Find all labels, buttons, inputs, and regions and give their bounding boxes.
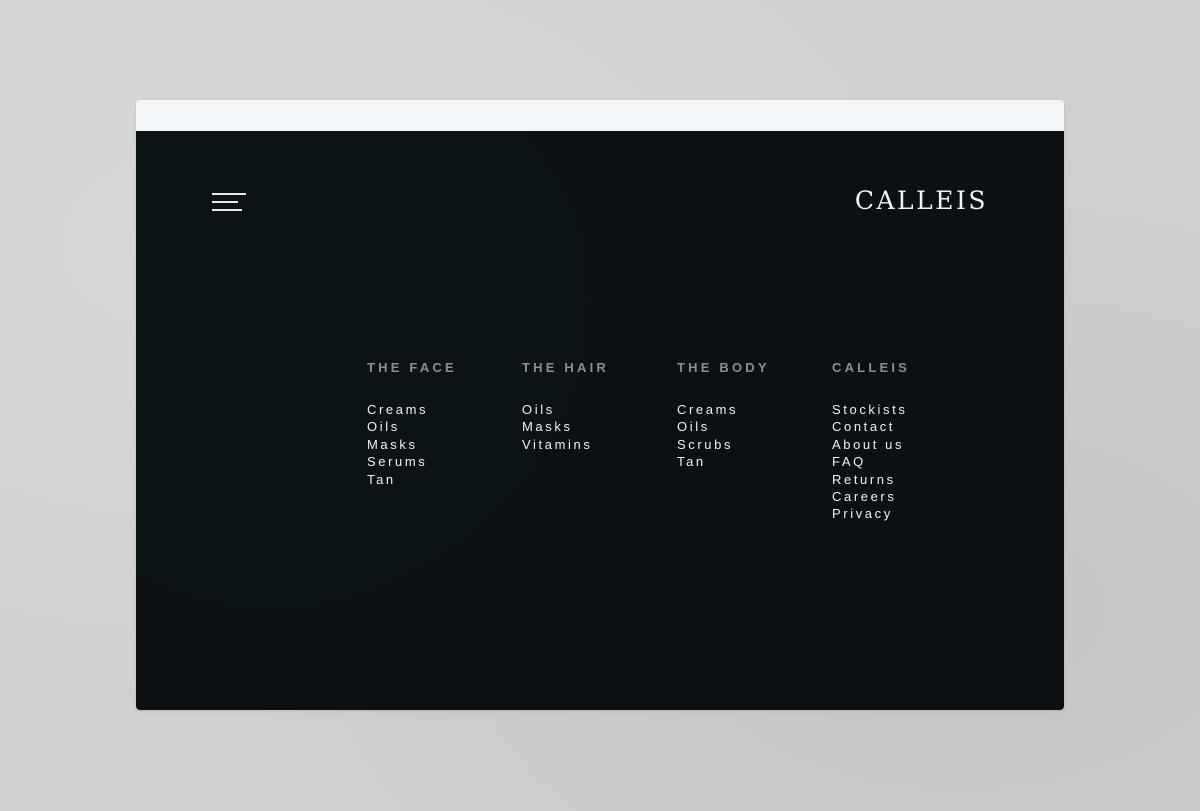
menu-link[interactable]: Oils (522, 401, 677, 418)
menu-column-face: THE FACE Creams Oils Masks Serums Tan (367, 357, 522, 523)
column-heading: THE FACE (367, 360, 457, 375)
column-heading: THE HAIR (522, 360, 609, 375)
menu-link[interactable]: Serums (367, 453, 522, 470)
menu-link[interactable]: Scrubs (677, 436, 832, 453)
menu-link[interactable]: Vitamins (522, 436, 677, 453)
menu-link[interactable]: Privacy (832, 505, 987, 522)
menu-link[interactable]: Oils (677, 418, 832, 435)
column-heading: THE BODY (677, 360, 770, 375)
menu-link[interactable]: Masks (367, 436, 522, 453)
menu-link[interactable]: Careers (832, 488, 987, 505)
browser-title-bar (136, 100, 1064, 131)
menu-column-body: THE BODY Creams Oils Scrubs Tan (677, 357, 832, 523)
menu-link[interactable]: Creams (367, 401, 522, 418)
menu-bar-bottom (212, 209, 242, 211)
menu-link[interactable]: Oils (367, 418, 522, 435)
menu-link[interactable]: About us (832, 436, 987, 453)
menu-link[interactable]: Creams (677, 401, 832, 418)
menu-link[interactable]: Tan (677, 453, 832, 470)
menu-bar-top (212, 193, 246, 195)
column-heading: CALLEIS (832, 360, 911, 375)
menu-bar-middle (212, 201, 238, 203)
page-viewport: CALLEIS THE FACE Creams Oils Masks Serum… (136, 131, 1064, 710)
menu-link[interactable]: Contact (832, 418, 987, 435)
hamburger-menu-icon[interactable] (212, 193, 246, 211)
menu-link[interactable]: Returns (832, 471, 987, 488)
navigation-menu: THE FACE Creams Oils Masks Serums Tan TH… (367, 357, 987, 523)
browser-window: CALLEIS THE FACE Creams Oils Masks Serum… (136, 100, 1064, 710)
menu-link[interactable]: FAQ (832, 453, 987, 470)
menu-link[interactable]: Tan (367, 471, 522, 488)
column-link-list: Creams Oils Scrubs Tan (677, 401, 832, 471)
column-link-list: Creams Oils Masks Serums Tan (367, 401, 522, 488)
column-link-list: Stockists Contact About us FAQ Returns C… (832, 401, 987, 523)
menu-link[interactable]: Masks (522, 418, 677, 435)
column-link-list: Oils Masks Vitamins (522, 401, 677, 453)
menu-column-hair: THE HAIR Oils Masks Vitamins (522, 357, 677, 523)
menu-column-calleis: CALLEIS Stockists Contact About us FAQ R… (832, 357, 987, 523)
menu-link[interactable]: Stockists (832, 401, 987, 418)
brand-logo[interactable]: CALLEIS (855, 185, 988, 217)
